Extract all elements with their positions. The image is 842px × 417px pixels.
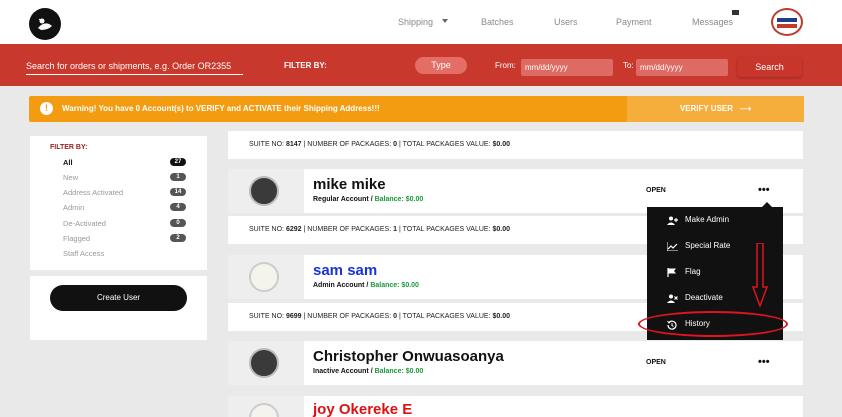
sidebar-item-staff-access[interactable]: Staff Access	[63, 249, 104, 258]
user-name[interactable]: mike mike	[313, 176, 386, 193]
nav-messages[interactable]: Messages	[692, 17, 733, 27]
verify-user-label: VERIFY USER	[679, 104, 734, 113]
sidebar-item-flagged[interactable]: Flagged	[63, 234, 90, 243]
sidebar-item-de-activated[interactable]: De-Activated	[63, 219, 106, 228]
to-label: To:	[623, 61, 634, 70]
chevron-down-icon[interactable]	[442, 19, 448, 23]
count-badge: 1	[170, 173, 186, 181]
more-options-icon[interactable]: •••	[758, 184, 770, 196]
user-remove-icon	[667, 294, 678, 305]
warning-banner: ! Warning! You have 0 Account(s) to VERI…	[29, 96, 804, 122]
user-card: joy Okereke E	[228, 396, 803, 417]
warning-text: Warning! You have 0 Account(s) to VERIFY…	[62, 104, 380, 113]
search-filter-bar: FILTER BY: Type From: mm/dd/yyyy To: mm/…	[0, 44, 842, 86]
sidebar-item-admin[interactable]: Admin	[63, 203, 84, 212]
count-badge: 2	[170, 234, 186, 242]
top-navbar: Shipping Batches Users Payment Messages	[0, 0, 842, 44]
from-date-input[interactable]: mm/dd/yyyy	[521, 59, 613, 76]
avatar	[249, 176, 279, 206]
suite-summary-row: SUITE NO: 8147 | NUMBER OF PACKAGES: 0 |…	[228, 131, 803, 159]
brand-logo[interactable]	[29, 8, 61, 40]
count-badge: 27	[170, 158, 186, 166]
user-card: Christopher Onwuasoanya Inactive Account…	[228, 341, 803, 385]
count-badge: 14	[170, 188, 186, 196]
menu-item-make-admin[interactable]: Make Admin	[647, 207, 783, 233]
to-date-input[interactable]: mm/dd/yyyy	[636, 59, 728, 76]
nav-batches[interactable]: Batches	[481, 17, 514, 27]
account-info: Admin Account / Balance: $0.00	[313, 282, 419, 289]
avatar	[249, 403, 279, 417]
annotation-highlight-circle	[638, 311, 788, 337]
user-name[interactable]: sam sam	[313, 262, 377, 279]
sidebar-item-address-activated[interactable]: Address Activated	[63, 188, 123, 197]
count-badge: 0	[170, 219, 186, 227]
user-name[interactable]: joy Okereke E	[313, 401, 412, 417]
sidebar-item-all[interactable]: All	[63, 158, 73, 167]
nav-shipping[interactable]: Shipping	[398, 17, 433, 27]
account-info: Inactive Account / Balance: $0.00	[313, 368, 424, 375]
line-chart-icon	[666, 242, 678, 253]
sidebar-divider	[30, 270, 207, 276]
warning-icon: !	[40, 102, 53, 115]
status-label: OPEN	[646, 187, 666, 194]
filter-sidebar: FILTER BY: All 27 New 1 Address Activate…	[30, 136, 207, 340]
count-badge: 4	[170, 203, 186, 211]
profile-avatar[interactable]	[771, 8, 803, 36]
search-input[interactable]	[26, 58, 243, 75]
verify-user-button[interactable]: VERIFY USER ⟶	[627, 96, 804, 122]
avatar	[249, 262, 279, 292]
filter-by-label: FILTER BY:	[284, 61, 327, 70]
nav-payment[interactable]: Payment	[616, 17, 652, 27]
sidebar-title: FILTER BY:	[50, 144, 88, 151]
nav-users[interactable]: Users	[554, 17, 578, 27]
user-plus-icon	[667, 216, 678, 227]
more-options-icon[interactable]: •••	[758, 356, 770, 368]
search-button[interactable]: Search	[737, 57, 802, 77]
annotation-arrow-icon	[752, 243, 768, 307]
bird-logo-icon	[38, 18, 52, 30]
sidebar-item-new[interactable]: New	[63, 173, 78, 182]
account-info: Regular Account / Balance: $0.00	[313, 196, 424, 203]
from-label: From:	[495, 61, 516, 70]
envelope-icon[interactable]	[732, 10, 739, 15]
type-filter-button[interactable]: Type	[415, 57, 467, 74]
flag-icon	[667, 268, 678, 279]
user-name[interactable]: Christopher Onwuasoanya	[313, 348, 504, 365]
create-user-button[interactable]: Create User	[50, 285, 187, 311]
avatar	[249, 348, 279, 378]
status-label: OPEN	[646, 359, 666, 366]
arrow-right-icon: ⟶	[739, 104, 752, 113]
